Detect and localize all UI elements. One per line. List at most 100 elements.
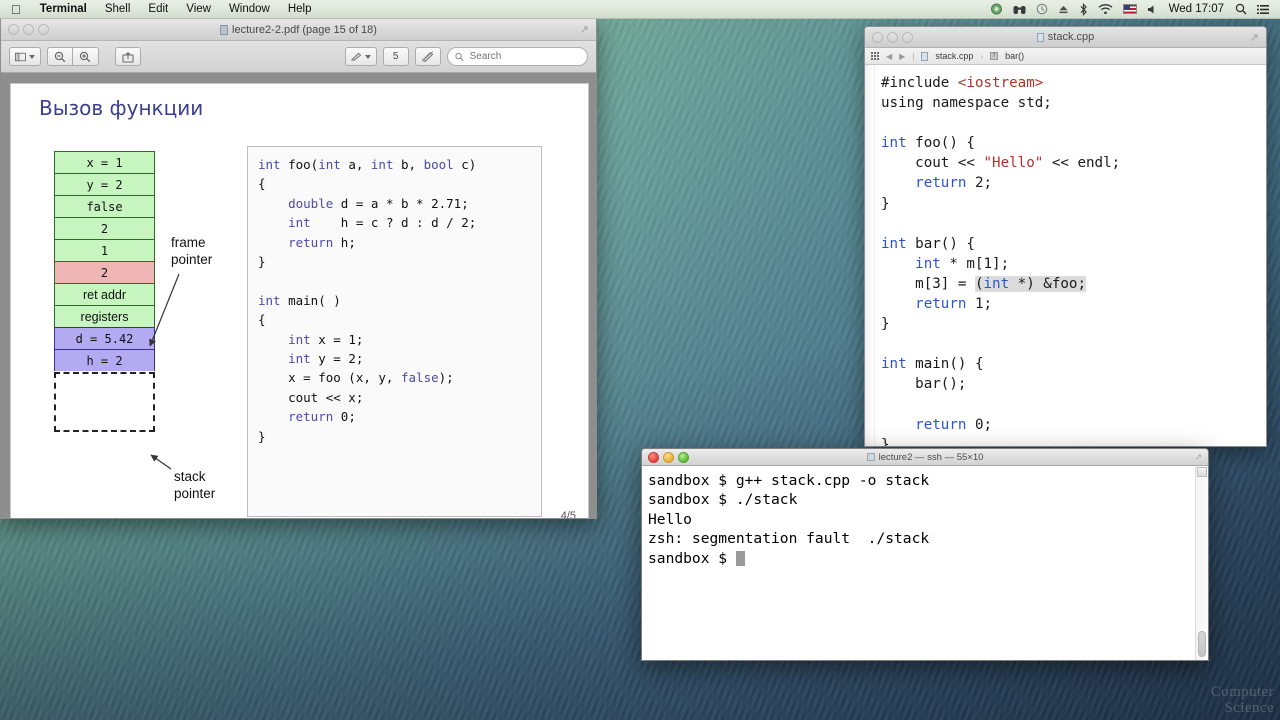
editor-code-line: m[3] = (int *) &foo; bbox=[881, 275, 1087, 292]
jumpbar-symbol-label[interactable]: bar() bbox=[1005, 51, 1024, 61]
pdf-code-line: x = foo (x, y, false); bbox=[258, 370, 454, 386]
fullscreen-icon[interactable]: ↗ bbox=[580, 23, 589, 36]
stack-cell: 2 bbox=[54, 261, 155, 283]
list-icon[interactable] bbox=[1252, 0, 1274, 18]
editor-code-line: #include <iostream> bbox=[881, 75, 1044, 91]
desktop-watermark: Computer Science bbox=[1210, 684, 1274, 716]
editor-code-line: using namespace std; bbox=[881, 95, 1052, 112]
preview-window[interactable]: lecture2-2.pdf (page 15 of 18) ↗ 5 Searc… bbox=[0, 19, 597, 519]
binoculars-icon[interactable] bbox=[1008, 0, 1031, 18]
editor-code-line: } bbox=[881, 316, 890, 333]
terminal-icon bbox=[866, 453, 875, 461]
pdf-code-line: { bbox=[258, 312, 266, 328]
preview-toolbar[interactable]: 5 bbox=[1, 41, 596, 73]
menu-item-view[interactable]: View bbox=[177, 0, 220, 18]
minimize-button[interactable] bbox=[23, 24, 34, 35]
pdf-code-line: int y = 2; bbox=[288, 351, 364, 367]
markup-button[interactable] bbox=[344, 47, 377, 66]
editor-title-text: stack.cpp bbox=[1047, 31, 1095, 43]
editor-code-line: int main() { bbox=[881, 356, 984, 373]
bluetooth-icon[interactable] bbox=[1074, 0, 1093, 18]
editor-code-line: return 0; bbox=[915, 416, 993, 433]
zoom-in-button[interactable] bbox=[72, 47, 99, 66]
flag-icon[interactable] bbox=[1118, 0, 1142, 18]
terminal-titlebar[interactable]: lecture2 — ssh — 55×10 ↗ bbox=[642, 449, 1208, 466]
menu-item-edit[interactable]: Edit bbox=[139, 0, 177, 18]
editor-titlebar[interactable]: stack.cpp ↗ bbox=[865, 27, 1266, 48]
scrollbar-thumb[interactable] bbox=[1198, 631, 1206, 657]
jumpbar-file-label[interactable]: stack.cpp bbox=[935, 51, 973, 61]
stack-cell: false bbox=[54, 195, 155, 217]
menu-bar-left:  Terminal Shell Edit View Window Help bbox=[0, 0, 321, 18]
wifi-icon[interactable] bbox=[1093, 0, 1118, 18]
zoom-button[interactable] bbox=[38, 24, 49, 35]
editor-code-line: int bar() { bbox=[881, 235, 975, 252]
pdf-code-line bbox=[258, 271, 531, 290]
annotate-button[interactable] bbox=[414, 47, 441, 66]
pdf-code-line: return 0; bbox=[288, 409, 356, 425]
menu-item-help[interactable]: Help bbox=[279, 0, 321, 18]
rotate-button[interactable]: 5 bbox=[382, 47, 409, 66]
menu-item-terminal[interactable]: Terminal bbox=[31, 0, 96, 18]
pdf-file-icon bbox=[220, 24, 229, 35]
editor-code-line: } bbox=[881, 195, 890, 212]
pdf-search-field[interactable] bbox=[446, 47, 589, 66]
stack-cell: y = 2 bbox=[54, 173, 155, 195]
close-button[interactable] bbox=[8, 24, 19, 35]
apple-menu-icon[interactable]:  bbox=[0, 0, 31, 18]
terminal-scrollbar[interactable] bbox=[1195, 466, 1208, 660]
pdf-code-block: int foo(int a, int b, bool c) { double d … bbox=[247, 146, 542, 517]
editor-code-line: bar(); bbox=[881, 376, 967, 393]
terminal-line: zsh: segmentation fault ./stack bbox=[648, 530, 930, 548]
pdf-search-input[interactable] bbox=[467, 50, 581, 63]
editor-code-line: cout << "Hello" << endl; bbox=[881, 155, 1121, 172]
preview-window-controls[interactable] bbox=[8, 24, 49, 35]
pdf-code-line: { bbox=[258, 176, 266, 192]
scrollbar-top-button[interactable] bbox=[1197, 467, 1207, 477]
volume-icon[interactable] bbox=[1142, 0, 1163, 18]
terminal-body[interactable]: sandbox $ g++ stack.cpp -o stack sandbox … bbox=[642, 466, 1208, 660]
preview-titlebar[interactable]: lecture2-2.pdf (page 15 of 18) ↗ bbox=[1, 19, 596, 41]
sidebar-toggle-button[interactable] bbox=[9, 47, 41, 66]
back-arrow-icon[interactable]: ◀ bbox=[886, 52, 892, 61]
stack-cell: d = 5.42 bbox=[54, 327, 155, 349]
pdf-code-line: int main( ) bbox=[258, 292, 341, 308]
menu-clock[interactable]: Wed 17:07 bbox=[1163, 3, 1230, 15]
terminal-line: sandbox $ g++ stack.cpp -o stack bbox=[648, 472, 930, 489]
dropbox-icon[interactable] bbox=[985, 0, 1008, 18]
editor-text-area[interactable]: #include <iostream> using namespace std; … bbox=[865, 65, 1266, 446]
menu-item-window[interactable]: Window bbox=[220, 0, 279, 18]
terminal-line: sandbox $ bbox=[648, 549, 1189, 568]
share-button[interactable] bbox=[114, 47, 141, 66]
terminal-window[interactable]: lecture2 — ssh — 55×10 ↗ sandbox $ g++ s… bbox=[641, 448, 1209, 661]
file-icon bbox=[921, 51, 929, 61]
preview-title-text: lecture2-2.pdf (page 15 of 18) bbox=[232, 23, 377, 36]
zoom-button-group[interactable] bbox=[46, 47, 99, 66]
eject-icon[interactable] bbox=[1053, 0, 1074, 18]
stack-cell: 2 bbox=[54, 217, 155, 239]
menu-item-shell[interactable]: Shell bbox=[96, 0, 140, 18]
editor-jump-bar[interactable]: ◀ ▶ | stack.cpp › f bar() bbox=[865, 48, 1266, 65]
stack-free-space bbox=[54, 372, 155, 432]
terminal-title-text: lecture2 — ssh — 55×10 bbox=[878, 451, 984, 463]
code-editor-window[interactable]: stack.cpp ↗ ◀ ▶ | stack.cpp › f bar() #i… bbox=[864, 26, 1267, 447]
search-icon[interactable] bbox=[1230, 0, 1252, 18]
terminal-line: sandbox $ ./stack bbox=[648, 491, 798, 509]
rotate-label: 5 bbox=[392, 51, 399, 62]
menu-bar-status-area: Wed 17:07 bbox=[985, 0, 1280, 18]
pdf-page[interactable]: Вызов функции x = 1y = 2 false 2 1 2 ret addr… bbox=[10, 83, 589, 518]
terminal-title: lecture2 — ssh — 55×10 bbox=[642, 452, 1208, 463]
editor-code-line: int * m[1]; bbox=[915, 255, 1010, 272]
pdf-code-line: int foo(int a, int b, bool c) bbox=[258, 157, 477, 172]
forward-arrow-icon[interactable]: ▶ bbox=[899, 52, 905, 61]
pdf-code-line: } bbox=[258, 254, 266, 270]
function-icon: f bbox=[990, 52, 999, 60]
source-file-icon bbox=[1036, 32, 1044, 42]
editor-source-code[interactable]: #include <iostream> using namespace std; … bbox=[875, 65, 1266, 446]
slide-title: Вызов функции bbox=[39, 96, 204, 120]
zoom-out-button[interactable] bbox=[46, 47, 73, 66]
preview-document-area[interactable]: Вызов функции x = 1y = 2 false 2 1 2 ret addr… bbox=[1, 73, 596, 518]
terminal-output[interactable]: sandbox $ g++ stack.cpp -o stack sandbox … bbox=[642, 466, 1195, 660]
related-items-icon[interactable] bbox=[871, 52, 879, 60]
clock-icon[interactable] bbox=[1031, 0, 1053, 18]
